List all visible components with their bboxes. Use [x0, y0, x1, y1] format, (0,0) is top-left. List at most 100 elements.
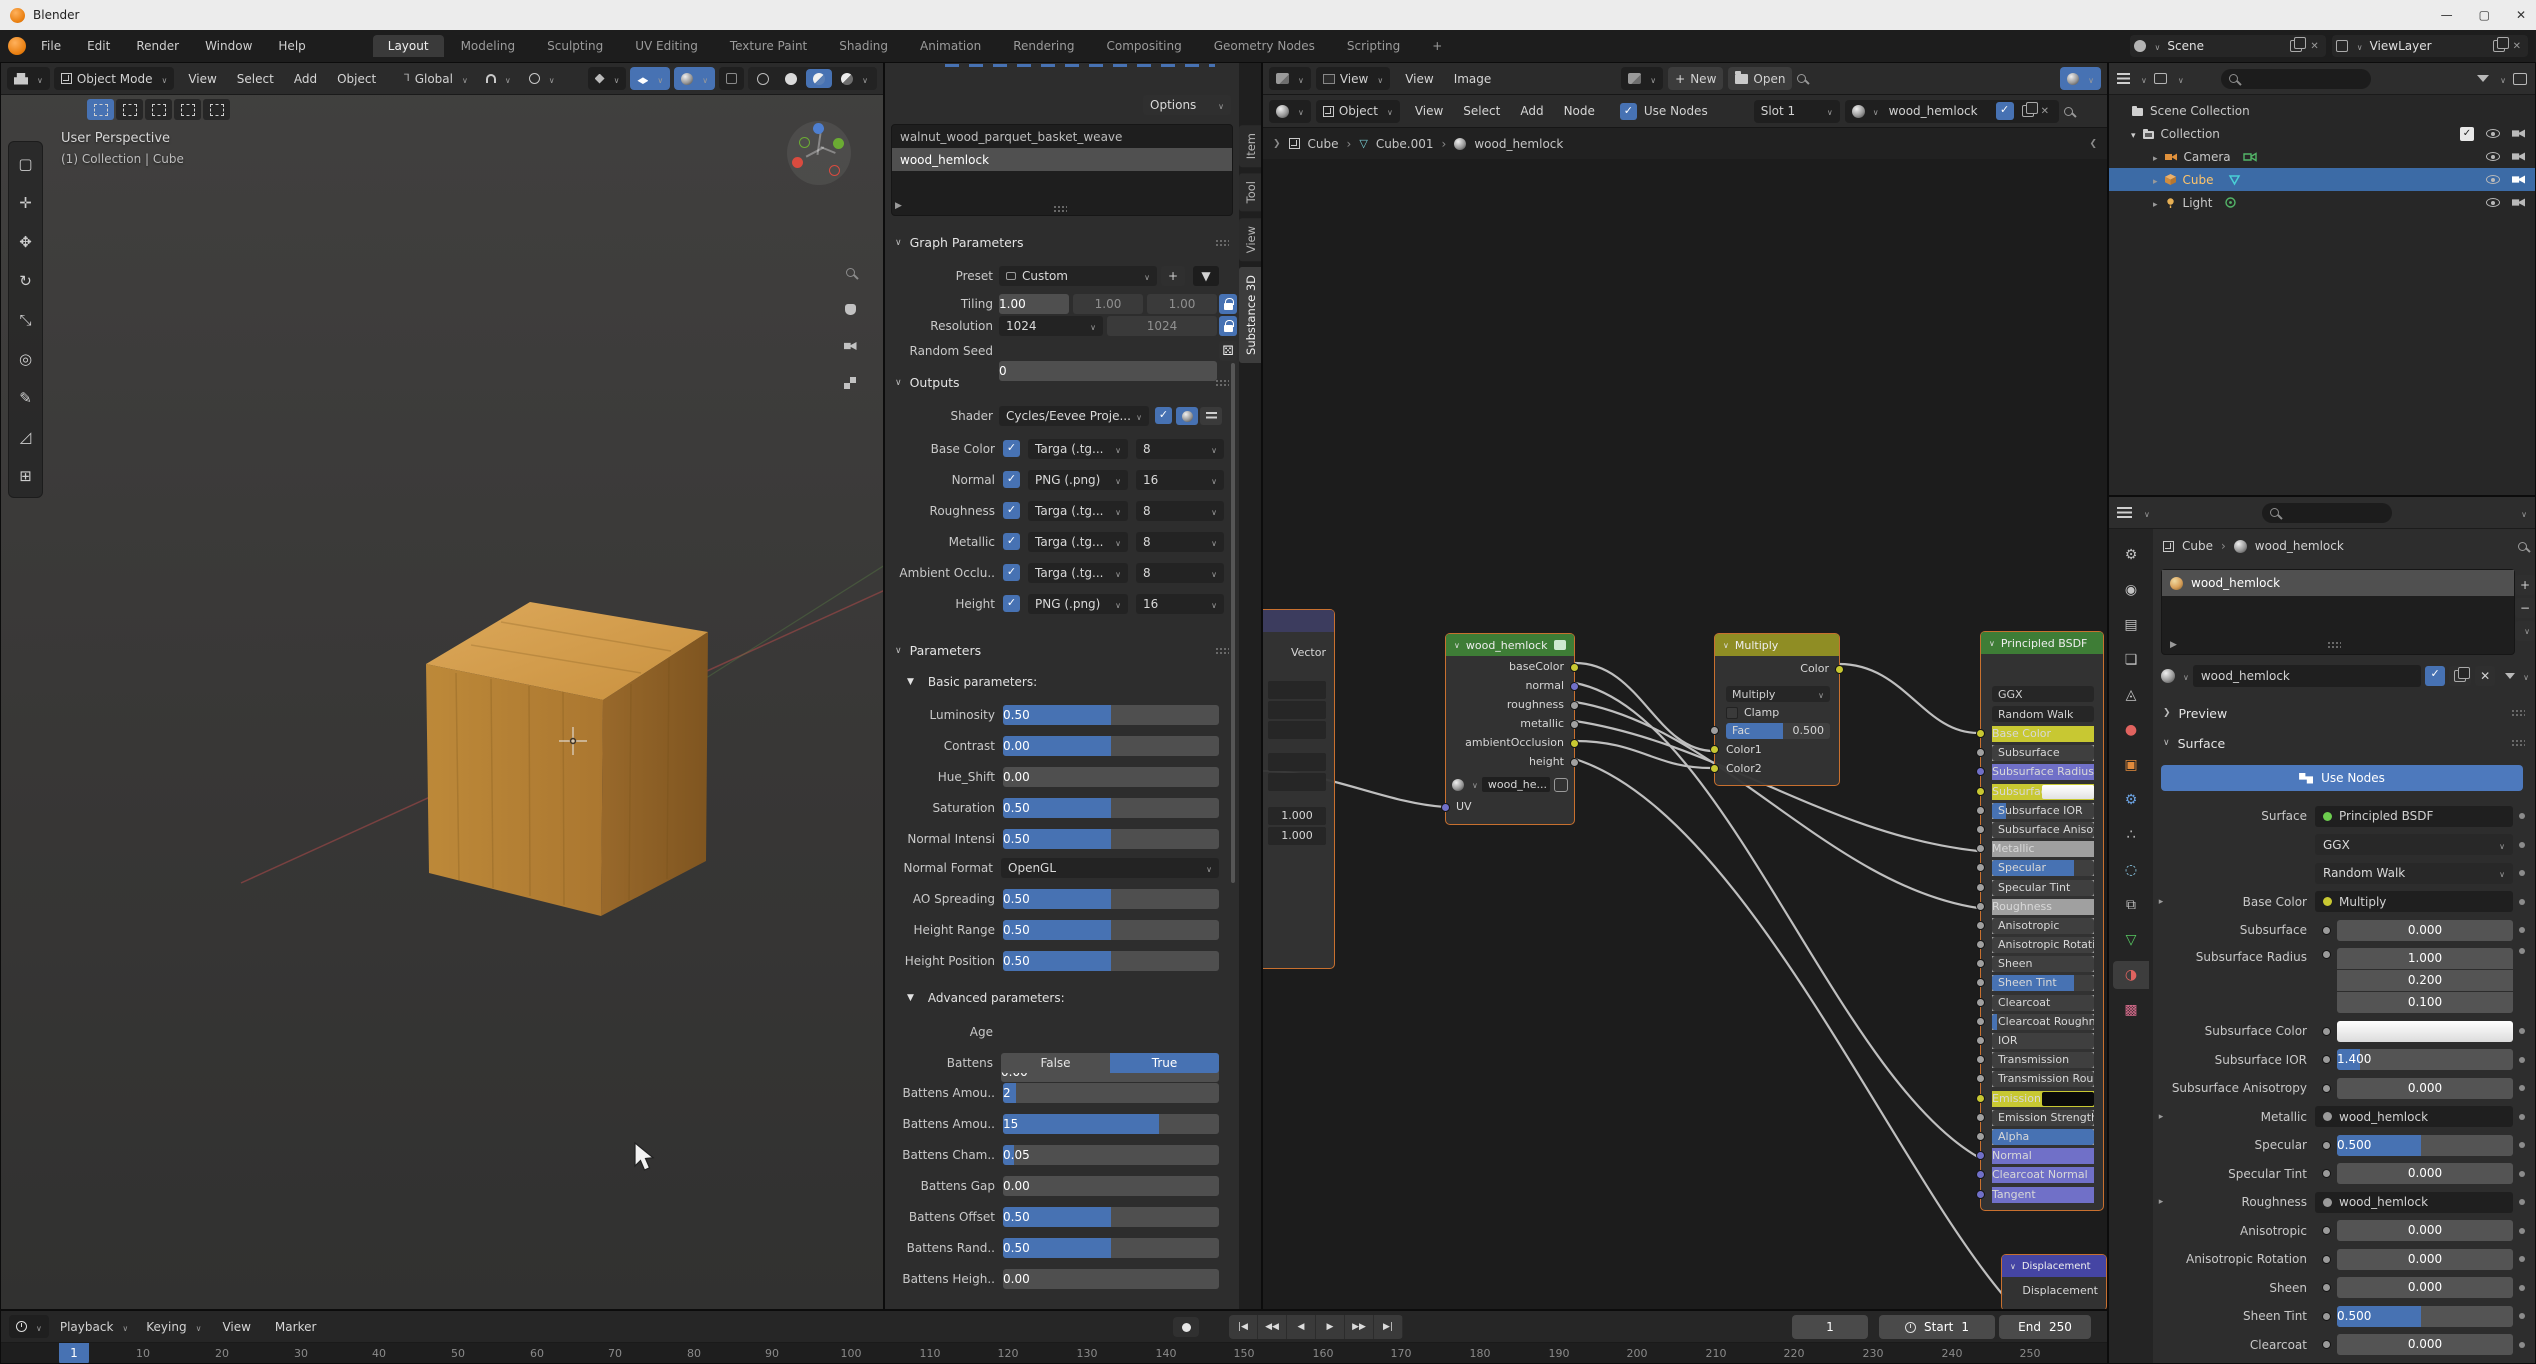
render-visibility-icon[interactable]: [2512, 152, 2525, 161]
output-enable-checkbox[interactable]: [1003, 533, 1020, 550]
maximize-button[interactable]: ▢: [2479, 8, 2490, 22]
select-mode-extend[interactable]: [116, 99, 143, 120]
shader-dropdown[interactable]: Cycles/Eevee Proje...: [999, 406, 1149, 426]
transport-button[interactable]: ▶|: [1374, 1315, 1403, 1339]
tiling-x-field[interactable]: 1.00: [999, 297, 1026, 311]
pin-icon[interactable]: [1797, 74, 1806, 83]
mapping-value[interactable]: 1.000: [1268, 807, 1326, 825]
property-row[interactable]: GGX GGX GGX GGX GGX: [2153, 834, 2536, 856]
tool-button[interactable]: ✎: [11, 379, 40, 416]
bsdf-input-row[interactable]: Subsurface Color Subsurface Color: [1992, 784, 2094, 800]
bsdf-input-row[interactable]: Base Color Base Color: [1992, 726, 2094, 742]
fake-user-shield-button[interactable]: [1996, 102, 2014, 120]
shader-apply-checkbox[interactable]: [1155, 407, 1172, 424]
output-depth-dropdown[interactable]: 8: [1136, 532, 1224, 552]
image-editor-menu-item[interactable]: Image: [1444, 69, 1502, 89]
parameter-slider[interactable]: 2: [1003, 1083, 1219, 1103]
hide-eye-icon[interactable]: [2486, 175, 2500, 184]
tool-button[interactable]: ⊞: [11, 457, 40, 494]
timeline-editor-type-button[interactable]: [9, 1315, 49, 1338]
outputs-header[interactable]: Outputs: [895, 375, 960, 390]
zoom-icon[interactable]: [837, 259, 863, 285]
image-editor-menu-item[interactable]: View: [1395, 69, 1443, 89]
workspace-tab[interactable]: Shading: [824, 35, 903, 57]
viewport-menu-item[interactable]: View: [178, 69, 226, 89]
parameter-slider[interactable]: 0.05: [1003, 1145, 1219, 1165]
unlink-material-button[interactable]: ✕: [2038, 106, 2052, 117]
hide-eye-icon[interactable]: [2486, 198, 2500, 207]
properties-tab[interactable]: ▤: [2113, 611, 2149, 639]
render-preview-toggle[interactable]: [719, 67, 744, 90]
tiling-lock-button[interactable]: [1219, 294, 1237, 314]
property-row[interactable]: ▸ Base Color Multiply Multiply Multiply …: [2153, 891, 2536, 913]
bsdf-input-row[interactable]: Specular Specular: [1992, 860, 2094, 876]
select-mode-new[interactable]: [87, 99, 114, 120]
material-selector[interactable]: wood_hemlock ✕: [1845, 100, 2059, 123]
advanced-parameters-toggle[interactable]: ▼Advanced parameters:: [907, 991, 1065, 1005]
timeline-ruler[interactable]: 1020304050607080901001101201301401501601…: [1, 1343, 2107, 1364]
minimize-button[interactable]: —: [2441, 8, 2453, 22]
frame-end-field[interactable]: End 250: [1999, 1315, 2091, 1339]
property-row[interactable]: ▸ Roughness wood_hemlock wood_hemlock wo…: [2153, 1191, 2536, 1213]
sidebar-tab[interactable]: Tool: [1239, 173, 1262, 211]
shader-editor-menu-item[interactable]: Select: [1453, 101, 1510, 121]
parameter-slider[interactable]: 0.50: [1003, 951, 1219, 971]
outliner-row-camera[interactable]: Camera: [2109, 145, 2535, 168]
playhead[interactable]: 1: [59, 1343, 89, 1364]
material-slot-item[interactable]: wood_hemlock: [2162, 570, 2514, 596]
bsdf-input-row[interactable]: Metallic Metallic: [1992, 841, 2094, 857]
render-visibility-icon[interactable]: [2512, 129, 2525, 138]
shader-list-button[interactable]: [1200, 407, 1222, 425]
output-format-dropdown[interactable]: Targa (.tg...: [1028, 532, 1128, 552]
workspace-tab[interactable]: Geometry Nodes: [1199, 35, 1330, 57]
workspace-tab[interactable]: UV Editing: [620, 35, 713, 57]
select-mode-subtract[interactable]: [145, 99, 172, 120]
random-seed-field[interactable]: 0: [999, 364, 1007, 378]
property-row[interactable]: Sheen 0.000 0.000 0.000 0.000 0.000: [2153, 1277, 2536, 1299]
workspace-tab[interactable]: Animation: [905, 35, 996, 57]
panel-scrollbar[interactable]: [1231, 363, 1235, 883]
output-format-dropdown[interactable]: PNG (.png): [1028, 594, 1128, 614]
tiling-y-field[interactable]: 1.00: [1073, 294, 1143, 314]
breadcrumb-material[interactable]: wood_hemlock: [1474, 137, 1563, 151]
fac-slider[interactable]: Fac0.500: [1726, 723, 1830, 739]
distribution-dropdown[interactable]: GGX: [1992, 686, 2094, 702]
resolution-lock-button[interactable]: [1219, 316, 1237, 336]
shading-wireframe-button[interactable]: [750, 69, 776, 88]
parameter-slider[interactable]: 0.00: [1003, 767, 1219, 787]
randomize-seed-button[interactable]: ⚄: [1219, 341, 1237, 361]
marker-menu[interactable]: Marker: [265, 1317, 326, 1337]
bsdf-input-row[interactable]: Subsurface Subsurface: [1992, 745, 2094, 761]
filter-collection-icon[interactable]: [2154, 73, 2167, 84]
bsdf-input-row[interactable]: Sheen Tint Sheen Tint: [1992, 975, 2094, 991]
transport-button[interactable]: ◀: [1287, 1315, 1316, 1339]
resolution-linked-field[interactable]: 1024: [1107, 316, 1217, 336]
graph-list-item[interactable]: wood_hemlock: [892, 148, 1232, 171]
material-slot-dropdown[interactable]: Slot 1: [1754, 100, 1840, 123]
bsdf-input-row[interactable]: Sheen Sheen: [1992, 956, 2094, 972]
preset-filter-button[interactable]: ▼: [1193, 266, 1219, 286]
shader-editor-menu-item[interactable]: Node: [1554, 101, 1605, 121]
parameter-slider[interactable]: 0.50: [1003, 1238, 1219, 1258]
parameter-slider[interactable]: 0.50: [1003, 889, 1219, 909]
fake-user-shield-button[interactable]: [2425, 666, 2445, 686]
slot-specials-button[interactable]: [2515, 621, 2535, 641]
camera-view-icon[interactable]: [837, 333, 863, 359]
output-enable-checkbox[interactable]: [1003, 440, 1020, 457]
remove-slot-button[interactable]: −: [2515, 598, 2535, 618]
bsdf-input-row[interactable]: Subsurface Radius Subsurface Radius: [1992, 764, 2094, 780]
unlink-scene-icon[interactable]: ✕: [2307, 41, 2321, 52]
parameters-header[interactable]: Parameters: [895, 643, 981, 658]
property-row[interactable]: Subsurface Radius 1.000 1.000 1.000 1.00…: [2153, 948, 2536, 1014]
frame-start-field[interactable]: Start 1: [1879, 1315, 1995, 1339]
shading-solid-button[interactable]: [778, 69, 804, 88]
output-depth-dropdown[interactable]: 8: [1136, 439, 1224, 459]
topbar-menu-item[interactable]: Help: [265, 36, 318, 56]
properties-tab[interactable]: ◌: [2113, 856, 2149, 884]
workspace-tab[interactable]: Texture Paint: [715, 35, 822, 57]
bsdf-input-row[interactable]: Clearcoat Normal Clearcoat Normal: [1992, 1167, 2094, 1183]
transport-button[interactable]: |◀: [1229, 1315, 1258, 1339]
displacement-node[interactable]: Displacement Displacement: [2001, 1254, 2107, 1310]
keying-menu[interactable]: Keying: [139, 1315, 208, 1338]
filter-funnel-icon[interactable]: [2477, 75, 2489, 82]
